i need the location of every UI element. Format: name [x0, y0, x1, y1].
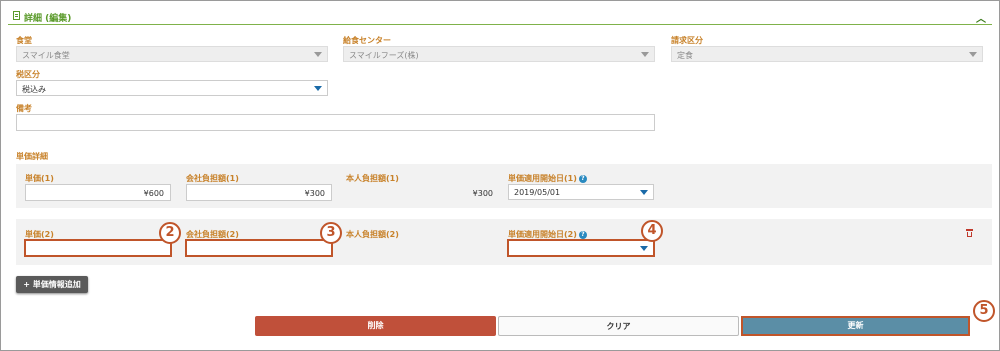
honnin-1-value: ¥300: [472, 189, 493, 198]
highlight-tanka-2: [24, 239, 172, 257]
help-icon[interactable]: ?: [578, 230, 587, 239]
honnin-1-label: 本人負担額(1): [346, 174, 399, 183]
date-1-value: 2019/05/01: [514, 188, 561, 197]
dropdown-arrow-icon: [314, 86, 322, 91]
biko-input[interactable]: [16, 114, 655, 131]
kyushoku-select[interactable]: スマイルフーズ(株): [343, 46, 655, 62]
document-icon: [13, 11, 20, 20]
tanka-1-input[interactable]: ¥600: [25, 184, 171, 201]
date-1-label: 単価適用開始日(1): [508, 174, 577, 183]
trash-lid: [966, 229, 973, 231]
callout-5: 5: [973, 300, 995, 322]
delete-button[interactable]: 削除: [255, 316, 496, 336]
clear-button[interactable]: クリア: [498, 316, 739, 336]
kaisha-1-label: 会社負担額(1): [186, 174, 239, 183]
callout-4: 4: [641, 220, 663, 242]
seikyu-label: 請求区分: [671, 36, 703, 45]
biko-label: 備考: [16, 104, 32, 113]
shokudo-select[interactable]: スマイル食堂: [16, 46, 328, 62]
section-title: 単価詳細: [16, 152, 48, 161]
seikyu-value: 定食: [677, 51, 693, 60]
dropdown-arrow-icon: [640, 190, 648, 195]
date-1-label-wrap: 単価適用開始日(1)?: [508, 173, 587, 184]
kyushoku-value: スマイルフーズ(株): [349, 51, 419, 60]
shokudo-label: 食堂: [16, 36, 32, 45]
zei-value: 税込み: [22, 85, 46, 94]
date-1-select[interactable]: 2019/05/01: [508, 184, 654, 200]
panel-header[interactable]: 詳細 (編集) ︿: [8, 8, 992, 25]
dropdown-arrow-icon: [641, 52, 649, 57]
shokudo-value: スマイル食堂: [22, 51, 70, 60]
zei-select[interactable]: 税込み: [16, 80, 328, 96]
trash-icon[interactable]: [966, 229, 973, 237]
callout-2: 2: [159, 222, 181, 244]
date-2-label: 単価適用開始日(2): [508, 230, 577, 239]
trash-bin: [967, 232, 972, 237]
update-button[interactable]: 更新: [741, 316, 970, 336]
panel-title: 詳細 (編集): [24, 14, 72, 24]
tanka-1-label: 単価(1): [25, 174, 54, 183]
highlight-kaisha-2: [185, 239, 333, 257]
help-icon[interactable]: ?: [578, 174, 587, 183]
callout-3: 3: [320, 222, 342, 244]
kaisha-1-input[interactable]: ¥300: [186, 184, 332, 201]
highlight-date-2: [507, 239, 655, 257]
add-price-button[interactable]: + 単価情報追加: [16, 276, 88, 293]
chevron-up-icon[interactable]: ︿: [976, 10, 986, 25]
dropdown-arrow-icon: [314, 52, 322, 57]
zei-label: 税区分: [16, 70, 40, 79]
honnin-2-label: 本人負担額(2): [346, 230, 399, 239]
seikyu-select[interactable]: 定食: [671, 46, 983, 62]
dropdown-arrow-icon: [969, 52, 977, 57]
kyushoku-label: 給食センター: [343, 36, 391, 45]
